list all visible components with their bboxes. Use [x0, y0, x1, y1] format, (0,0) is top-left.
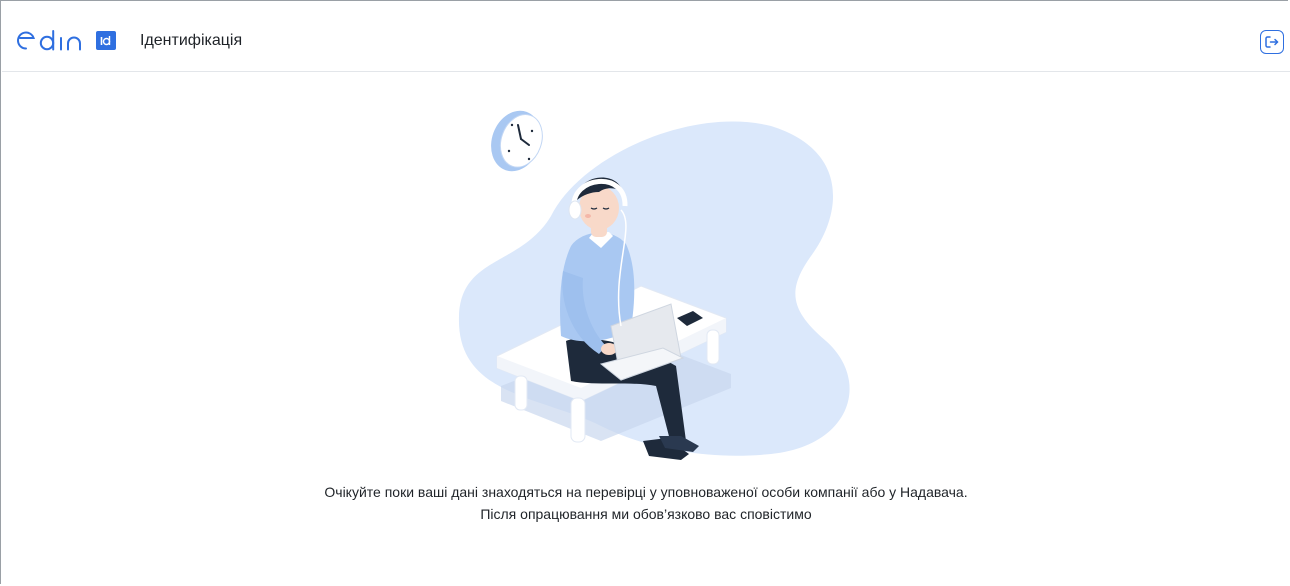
status-message-line-2: Після опрацювання ми обов’язково вас спо…: [480, 506, 812, 522]
status-message-line-1: Очікуйте поки ваші дані знаходяться на п…: [324, 484, 968, 500]
top-bar: Ідентифікація: [2, 2, 1290, 72]
status-message: Очікуйте поки ваші дані знаходяться на п…: [1, 481, 1290, 525]
edin-logo-icon: [17, 30, 116, 51]
wall-clock: [491, 110, 543, 172]
app-window: Ідентифікація Очікуйте поки ваші дані зн…: [0, 0, 1290, 584]
logout-icon: [1265, 36, 1279, 48]
edin-id-logo[interactable]: [16, 29, 126, 53]
page-title: Ідентифікація: [140, 32, 243, 49]
waiting-illustration: [458, 110, 850, 460]
logout-button[interactable]: [1260, 30, 1284, 54]
